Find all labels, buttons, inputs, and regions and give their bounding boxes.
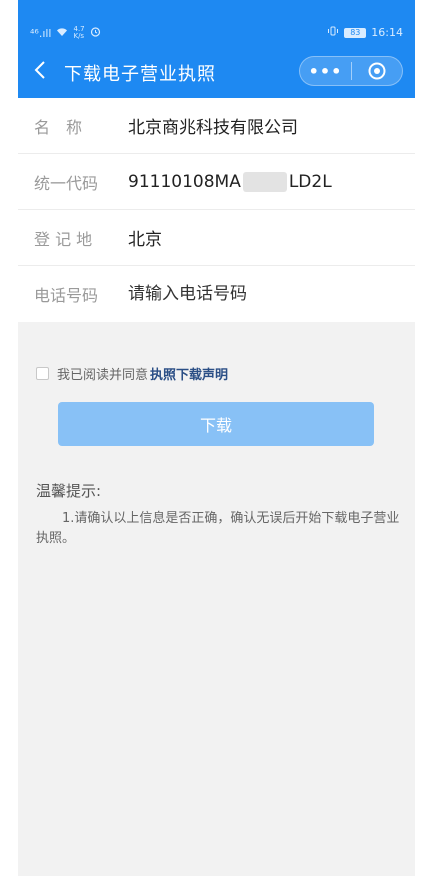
download-button[interactable]: 下载 [58,402,374,446]
row-phone: 电话号码 [18,266,415,322]
company-name-label: 名 称 [34,117,83,137]
close-button[interactable] [352,61,402,81]
menu-capsule: ••• [299,56,403,86]
row-credit-code: 统一代码 91110108MA LD2L [18,154,415,210]
registration-place-value: 北京 [128,230,162,250]
back-button[interactable] [28,58,52,82]
agreement-text: 我已阅读并同意 [57,368,149,383]
status-left: ⁴⁶.ıll 4.7 K/s [30,26,101,40]
status-time: 16:14 [371,26,403,39]
agreement-row: 我已阅读并同意 执照下载声明 [36,364,228,383]
agreement-checkbox[interactable] [36,367,49,380]
nav-bar: 下载电子营业执照 ••• [18,44,415,98]
row-registration-place: 登 记 地 北京 [18,210,415,266]
status-right: 83 16:14 [327,26,403,39]
phone-label: 电话号码 [34,286,99,305]
license-info-card: 名 称 北京商兆科技有限公司 统一代码 91110108MA LD2L 登 记 … [18,98,415,322]
phone-input[interactable] [128,284,378,304]
alarm-icon [90,26,101,40]
company-name-value: 北京商兆科技有限公司 [128,118,298,138]
credit-code-suffix: LD2L [288,171,332,192]
tips-title: 温馨提示: [36,482,102,500]
status-bar: ⁴⁶.ıll 4.7 K/s 83 16:14 [18,0,415,44]
vibrate-icon [327,26,339,39]
credit-code-label: 统一代码 [34,173,99,193]
credit-code-value: 91110108MA LD2L [128,171,332,192]
more-button[interactable]: ••• [300,62,351,81]
app-frame: ⁴⁶.ıll 4.7 K/s 83 16:14 下载电子营业执照 ••• 名 称… [18,0,415,876]
wifi-icon [56,27,68,40]
agreement-link[interactable]: 执照下载声明 [150,364,228,383]
signal-icon: ⁴⁶.ıll [30,26,52,40]
credit-code-prefix: 91110108MA [128,171,241,192]
network-speed: 4.7 K/s [73,25,85,40]
row-company-name: 名 称 北京商兆科技有限公司 [18,98,415,154]
chevron-left-icon [34,61,45,79]
target-close-icon [368,62,386,80]
page-title: 下载电子营业执照 [64,64,216,85]
tips-section: 温馨提示: 1.请确认以上信息是否正确，确认无误后开始下载电子营业执照。 [36,480,400,549]
credit-code-mask [242,171,287,192]
tips-content: 1.请确认以上信息是否正确，确认无误后开始下载电子营业执照。 [36,511,400,546]
registration-place-label: 登 记 地 [34,229,93,249]
battery-icon: 83 [344,27,367,38]
